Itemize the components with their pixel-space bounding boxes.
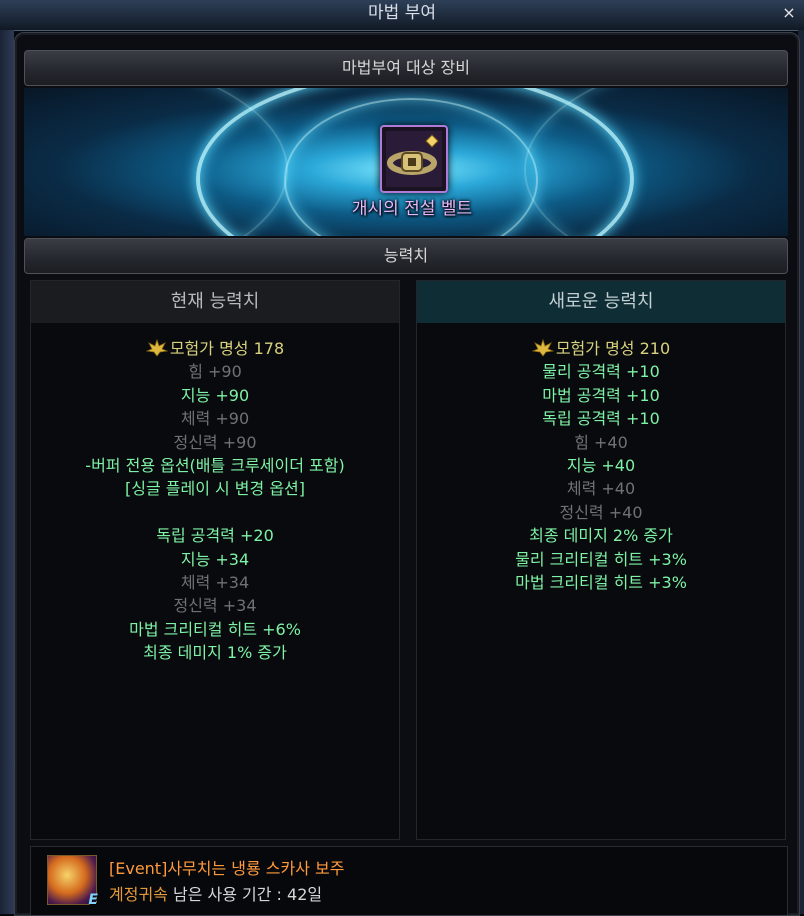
remaining-period: 남은 사용 기간 : 42일 xyxy=(172,885,323,904)
stat-line: 힘 +90 xyxy=(188,362,242,382)
orb-icon[interactable]: E xyxy=(47,855,98,908)
stat-line: 마법 공격력 +10 xyxy=(542,385,660,405)
stat-line: 물리 공격력 +10 xyxy=(542,362,660,382)
close-icon[interactable]: × xyxy=(780,0,798,26)
fame-label: 모험가 명성 xyxy=(555,339,635,358)
window-side-left xyxy=(0,30,14,914)
stat-line: 물리 크리티컬 히트 +3% xyxy=(515,549,687,569)
material-name: [Event]사무치는 냉룡 스카사 보주 xyxy=(109,859,345,878)
stat-line: 체력 +90 xyxy=(180,409,250,429)
fame-row: 모험가 명성 210 xyxy=(417,337,785,360)
fame-value: 178 xyxy=(253,339,285,358)
current-stats-list: 모험가 명성 178 힘 +90 지능 +90 체력 +90 정신력 +90 -버퍼 전… xyxy=(31,323,399,665)
stats-header: 능력치 xyxy=(24,238,788,274)
fame-icon xyxy=(531,339,554,357)
fame-label: 모험가 명성 xyxy=(169,339,249,358)
stat-line: 독립 공격력 +10 xyxy=(542,409,660,429)
stat-line: 체력 +40 xyxy=(566,479,636,499)
stat-line: 정신력 +40 xyxy=(559,502,643,522)
enchant-material-slot[interactable]: E [Event]사무치는 냉룡 스카사 보주 계정귀속 남은 사용 기간 : … xyxy=(30,846,788,915)
window-title: 마법 부여 xyxy=(368,3,436,23)
belt-icon[interactable] xyxy=(380,125,448,193)
stat-line: 최종 데미지 2% 증가 xyxy=(529,526,673,546)
stat-line: -버퍼 전용 옵션(배틀 크루세이더 포함) xyxy=(85,456,345,476)
stat-line: 힘 +40 xyxy=(574,432,628,452)
stat-line xyxy=(31,501,399,524)
new-stats-title: 새로운 능력치 xyxy=(417,281,785,323)
stat-line: 지능 +90 xyxy=(180,385,250,405)
stat-line: 독립 공격력 +20 xyxy=(156,526,274,546)
stat-line: 최종 데미지 1% 증가 xyxy=(143,643,287,663)
magic-circle-left xyxy=(24,88,288,236)
stat-line: 체력 +34 xyxy=(180,573,250,593)
material-info: 계정귀속 남은 사용 기간 : 42일 xyxy=(109,881,322,905)
current-stats-panel: 현재 능력치 모험가 명성 178 힘 +90 지능 +90 체력 +90 정신력 +… xyxy=(30,280,400,840)
account-bound-label: 계정귀속 xyxy=(109,885,168,904)
stat-line: 지능 +34 xyxy=(180,549,250,569)
item-name: 개시의 전설 벨트 xyxy=(351,199,473,219)
event-badge: E xyxy=(88,892,98,908)
stat-line: 정신력 +90 xyxy=(173,432,257,452)
stat-line: 마법 크리티컬 히트 +3% xyxy=(515,573,687,593)
target-equipment-header: 마법부여 대상 장비 xyxy=(24,50,788,86)
stat-line: 마법 크리티컬 히트 +6% xyxy=(129,619,301,639)
new-stats-panel: 새로운 능력치 모험가 명성 210 물리 공격력 +10 마법 공격력 +10 독… xyxy=(416,280,786,840)
stat-line: 정신력 +34 xyxy=(173,596,257,616)
stat-line: [싱글 플레이 시 변경 옵션] xyxy=(124,479,306,499)
fame-row: 모험가 명성 178 xyxy=(31,337,399,360)
fame-icon xyxy=(145,339,168,357)
current-stats-title: 현재 능력치 xyxy=(31,281,399,323)
fame-value: 210 xyxy=(639,339,671,358)
new-stats-list: 모험가 명성 210 물리 공격력 +10 마법 공격력 +10 독립 공격력 +1… xyxy=(417,323,785,594)
stat-line: 지능 +40 xyxy=(566,456,636,476)
window-title-bar: 마법 부여 × xyxy=(0,0,804,31)
magic-circle-right xyxy=(524,88,788,236)
